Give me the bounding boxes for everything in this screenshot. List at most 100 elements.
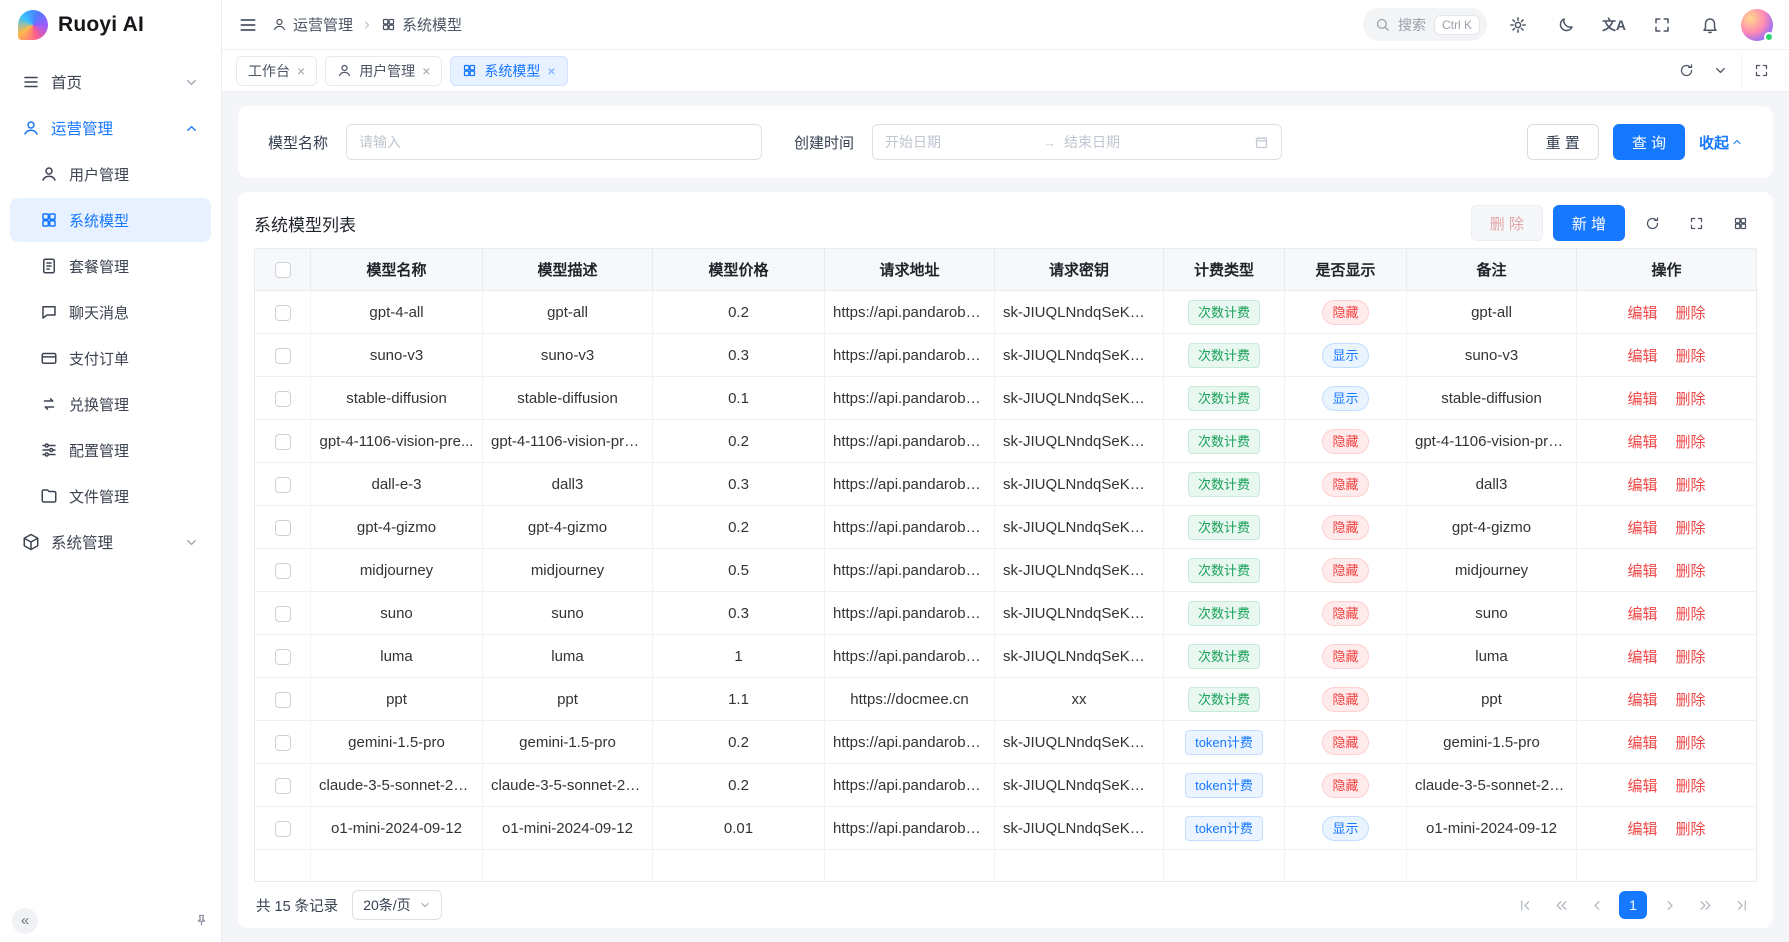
next-page-button[interactable]: [1655, 891, 1683, 919]
sidebar-item-system-mgmt[interactable]: 系统管理: [10, 520, 211, 564]
page-size-select[interactable]: 20条/页: [352, 890, 441, 920]
cell-model-name: suno: [311, 592, 483, 635]
close-icon[interactable]: ×: [547, 64, 555, 78]
first-page-button[interactable]: [1511, 891, 1539, 919]
row-checkbox[interactable]: [275, 348, 291, 364]
model-name-input[interactable]: [346, 124, 762, 160]
delete-link[interactable]: 删除: [1676, 477, 1706, 494]
delete-link[interactable]: 删除: [1676, 778, 1706, 795]
table-refresh-icon[interactable]: [1635, 206, 1669, 240]
delete-link[interactable]: 删除: [1676, 305, 1706, 322]
row-checkbox[interactable]: [275, 563, 291, 579]
visibility-tag: 隐藏: [1322, 644, 1368, 669]
delete-link[interactable]: 删除: [1676, 348, 1706, 365]
delete-link[interactable]: 删除: [1676, 520, 1706, 537]
edit-link[interactable]: 编辑: [1627, 692, 1657, 709]
delete-link[interactable]: 删除: [1676, 434, 1706, 451]
language-icon[interactable]: 文A: [1597, 8, 1631, 42]
delete-link[interactable]: 删除: [1676, 391, 1706, 408]
edit-link[interactable]: 编辑: [1627, 649, 1657, 666]
reset-button[interactable]: 重 置: [1527, 124, 1599, 160]
row-checkbox[interactable]: [275, 606, 291, 622]
row-checkbox[interactable]: [275, 520, 291, 536]
table-row: gpt-4-1106-vision-pre... gpt-4-1106-visi…: [255, 420, 1756, 463]
last-page-button[interactable]: [1727, 891, 1755, 919]
cell-model-price: 0.3: [653, 463, 825, 506]
refresh-icon[interactable]: [1669, 54, 1703, 88]
sidebar-item-user-mgmt[interactable]: 用户管理: [10, 152, 211, 196]
edit-link[interactable]: 编辑: [1627, 735, 1657, 752]
chevron-down-icon[interactable]: [1703, 54, 1737, 88]
breadcrumb-operations[interactable]: 运营管理: [272, 14, 353, 35]
content-area: 模型名称 创建时间 → 重 置 查 询 收起: [222, 92, 1789, 942]
close-icon[interactable]: ×: [422, 64, 430, 78]
select-all-checkbox[interactable]: [275, 262, 291, 278]
collapse-filter-link[interactable]: 收起: [1699, 132, 1743, 153]
sidebar-item-payment-orders[interactable]: 支付订单: [10, 336, 211, 380]
query-button[interactable]: 查 询: [1613, 124, 1685, 160]
edit-link[interactable]: 编辑: [1627, 778, 1657, 795]
batch-delete-button[interactable]: 删 除: [1471, 205, 1543, 241]
delete-link[interactable]: 删除: [1676, 606, 1706, 623]
sidebar-item-home[interactable]: 首页: [10, 60, 211, 104]
current-page[interactable]: 1: [1619, 891, 1647, 919]
edit-link[interactable]: 编辑: [1627, 520, 1657, 537]
row-checkbox[interactable]: [275, 434, 291, 450]
tab-workbench[interactable]: 工作台 ×: [236, 56, 317, 86]
row-checkbox[interactable]: [275, 735, 291, 751]
close-icon[interactable]: ×: [297, 64, 305, 78]
edit-link[interactable]: 编辑: [1627, 821, 1657, 838]
delete-link[interactable]: 删除: [1676, 563, 1706, 580]
content-fullscreen-icon[interactable]: [1741, 54, 1775, 88]
sidebar-collapse-button[interactable]: «: [12, 908, 38, 934]
row-checkbox[interactable]: [275, 649, 291, 665]
edit-link[interactable]: 编辑: [1627, 434, 1657, 451]
row-checkbox[interactable]: [275, 391, 291, 407]
tab-user-mgmt[interactable]: 用户管理 ×: [325, 56, 442, 86]
delete-link[interactable]: 删除: [1676, 735, 1706, 752]
edit-link[interactable]: 编辑: [1627, 305, 1657, 322]
sidebar-item-file-mgmt[interactable]: 文件管理: [10, 474, 211, 518]
notifications-bell-icon[interactable]: [1693, 8, 1727, 42]
table-fullscreen-icon[interactable]: [1679, 206, 1713, 240]
jump-forward-button[interactable]: [1691, 891, 1719, 919]
sidebar-item-chat-messages[interactable]: 聊天消息: [10, 290, 211, 334]
delete-link[interactable]: 删除: [1676, 692, 1706, 709]
date-range-picker[interactable]: →: [872, 124, 1282, 160]
edit-link[interactable]: 编辑: [1627, 477, 1657, 494]
pin-icon[interactable]: [194, 913, 209, 928]
column-settings-icon[interactable]: [1723, 206, 1757, 240]
table-scroll-area[interactable]: 模型名称 模型描述 模型价格 请求地址 请求密钥 计费类型 是否显示 备注 操作: [254, 248, 1757, 882]
tab-system-model[interactable]: 系统模型 ×: [450, 56, 567, 86]
delete-link[interactable]: 删除: [1676, 649, 1706, 666]
global-search[interactable]: 搜索 Ctrl K: [1363, 8, 1487, 41]
online-status-dot: [1764, 32, 1774, 42]
sidebar-item-config-mgmt[interactable]: 配置管理: [10, 428, 211, 472]
row-checkbox[interactable]: [275, 477, 291, 493]
start-date-input[interactable]: [885, 134, 1035, 150]
add-button[interactable]: 新 增: [1553, 205, 1625, 241]
row-checkbox[interactable]: [275, 692, 291, 708]
model-name-label: 模型名称: [268, 132, 328, 153]
row-checkbox[interactable]: [275, 821, 291, 837]
breadcrumb-system-model[interactable]: 系统模型: [381, 14, 462, 35]
edit-link[interactable]: 编辑: [1627, 391, 1657, 408]
sidebar-item-redeem-mgmt[interactable]: 兑换管理: [10, 382, 211, 426]
avatar[interactable]: [1741, 9, 1773, 41]
sidebar-item-system-model[interactable]: 系统模型: [10, 198, 211, 242]
delete-link[interactable]: 删除: [1676, 821, 1706, 838]
edit-link[interactable]: 编辑: [1627, 348, 1657, 365]
end-date-input[interactable]: [1064, 134, 1214, 150]
jump-back-button[interactable]: [1547, 891, 1575, 919]
menu-toggle-icon[interactable]: [238, 15, 258, 35]
prev-page-button[interactable]: [1583, 891, 1611, 919]
dark-mode-moon-icon[interactable]: [1549, 8, 1583, 42]
row-checkbox[interactable]: [275, 778, 291, 794]
row-checkbox[interactable]: [275, 305, 291, 321]
sidebar-item-operations[interactable]: 运营管理: [10, 106, 211, 150]
edit-link[interactable]: 编辑: [1627, 606, 1657, 623]
fullscreen-icon[interactable]: [1645, 8, 1679, 42]
settings-gear-icon[interactable]: [1501, 8, 1535, 42]
sidebar-item-package-mgmt[interactable]: 套餐管理: [10, 244, 211, 288]
edit-link[interactable]: 编辑: [1627, 563, 1657, 580]
